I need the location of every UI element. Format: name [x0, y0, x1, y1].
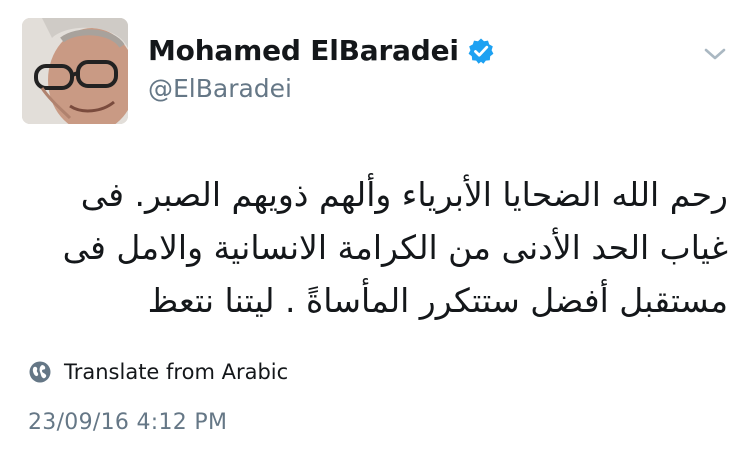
- avatar-photo: [22, 18, 128, 124]
- tweet-text-line: رحم الله الضحايا الأبرياء وألهم ذويهم ال…: [80, 175, 728, 214]
- tweet-card: Mohamed ElBaradei @ElBaradei رحم الله ال…: [0, 0, 750, 466]
- tweet-timestamp[interactable]: 23/09/16 4:12 PM: [28, 410, 227, 435]
- translate-button[interactable]: Translate from Arabic: [28, 360, 288, 384]
- translate-label[interactable]: Translate from Arabic: [64, 360, 288, 384]
- tweet-text-line: مستقبل أفضل ستتكرر المأساةً . ليتنا نتعظ: [147, 281, 728, 320]
- author-handle[interactable]: @ElBaradei: [148, 74, 292, 103]
- avatar[interactable]: [22, 18, 128, 124]
- chevron-down-icon: [704, 48, 726, 60]
- more-options-button[interactable]: [700, 42, 730, 66]
- tweet-text: رحم الله الضحايا الأبرياء وألهم ذويهم ال…: [8, 168, 728, 327]
- globe-icon: [28, 360, 52, 384]
- verified-badge-icon: [467, 37, 495, 65]
- tweet-text-line: غياب الحد الأدنى من الكرامة الانسانية وا…: [62, 228, 728, 267]
- author-name-row[interactable]: Mohamed ElBaradei: [148, 34, 495, 67]
- author-display-name[interactable]: Mohamed ElBaradei: [148, 34, 459, 67]
